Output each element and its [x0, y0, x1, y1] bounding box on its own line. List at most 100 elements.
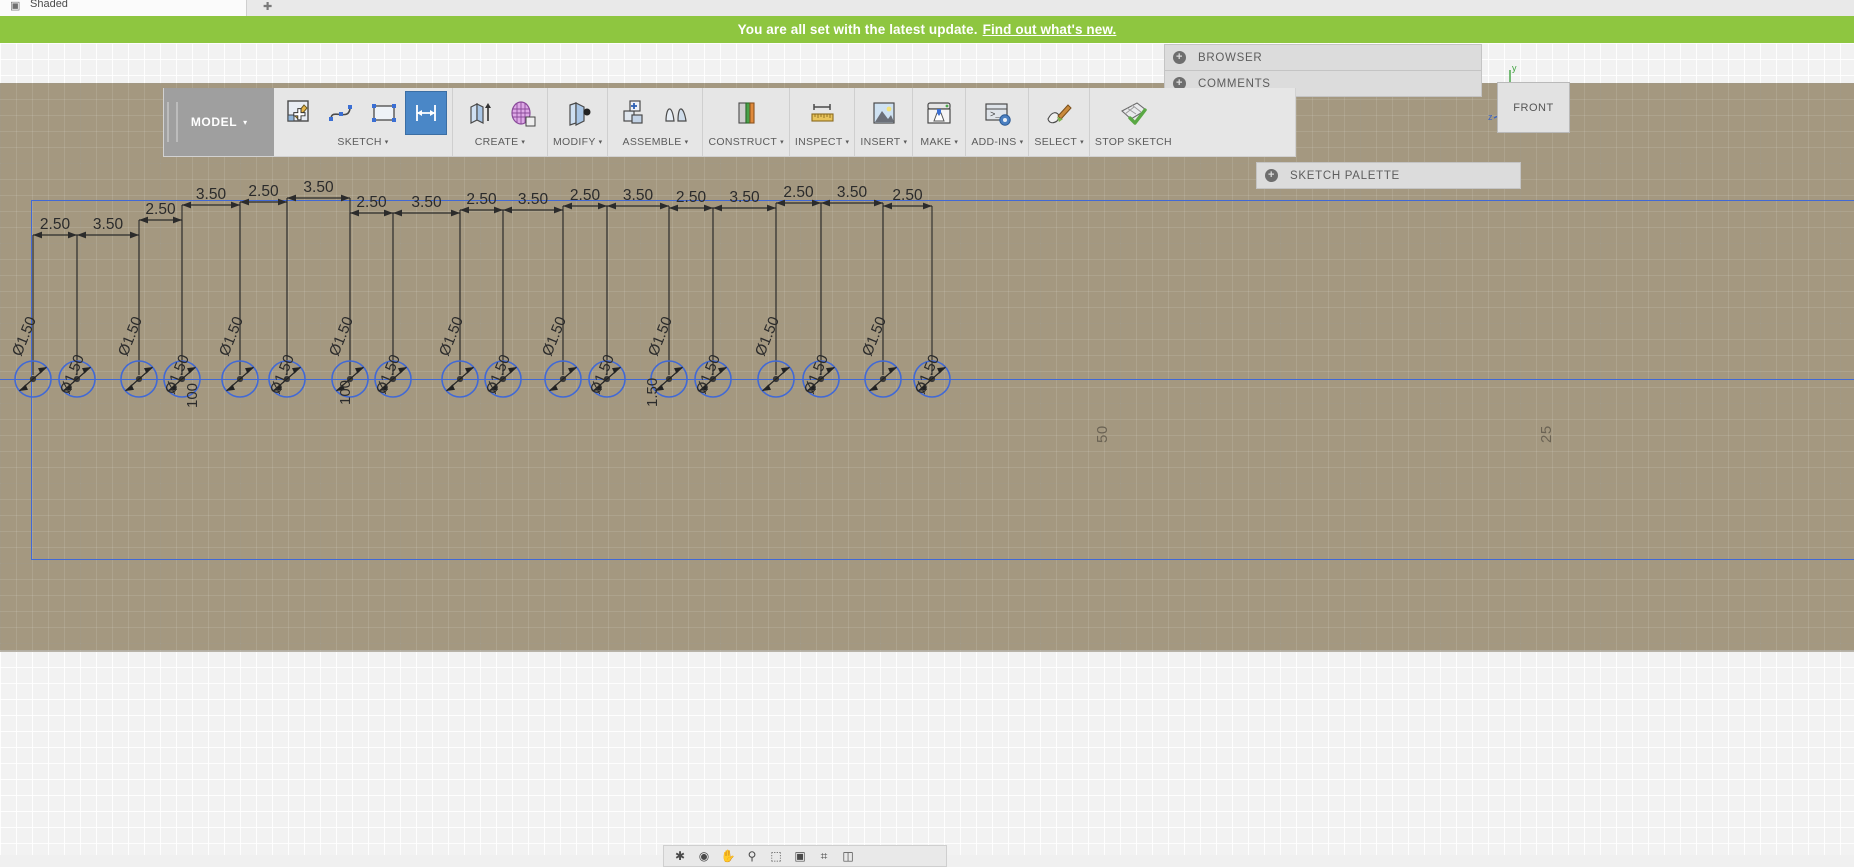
chevron-down-icon[interactable]: ▾ [846, 138, 850, 146]
select-tool[interactable] [1038, 91, 1080, 135]
toolbar-group-icons: >_ [976, 88, 1018, 138]
chevron-down-icon: ▾ [243, 117, 248, 127]
create-form-tool[interactable] [500, 91, 542, 135]
chevron-down-icon[interactable]: ▾ [1080, 138, 1084, 146]
new-component-tool[interactable] [613, 91, 655, 135]
toolbar-group-modify: MODIFY ▾ [548, 88, 609, 156]
svg-text:z: z [1488, 112, 1493, 120]
toolbar-group-icons [613, 88, 697, 138]
zoom-icon[interactable]: ⚲ [742, 848, 762, 864]
chevron-down-icon[interactable]: ▾ [521, 138, 525, 146]
toolbar-group-label[interactable]: INSERT ▾ [860, 136, 907, 148]
create-sketch-tool[interactable] [279, 91, 321, 135]
browser-panel[interactable]: + BROWSER [1164, 44, 1482, 71]
toolbar-grip[interactable] [167, 102, 178, 142]
scripts-addins-tool[interactable]: >_ [976, 91, 1018, 135]
pan-icon[interactable]: ✋ [718, 848, 738, 864]
form-mesh-icon [511, 101, 536, 127]
chevron-down-icon[interactable]: ▾ [385, 138, 389, 146]
spline-tool[interactable] [321, 91, 363, 135]
browser-panel-label: BROWSER [1198, 51, 1263, 64]
design-canvas[interactable]: 2.50 3.50 2.50 3.50 2.50 3.50 2.50 3.50 2.50 3.50… [0, 43, 1854, 855]
expand-icon[interactable]: + [1173, 51, 1186, 64]
fit-icon[interactable]: ⬚ [766, 848, 786, 864]
offset-plane-tool[interactable] [725, 91, 767, 135]
toolbar-group-label-text: MODIFY [553, 136, 596, 148]
ruler-icon [811, 104, 834, 122]
toolbar-group-icons [1038, 88, 1080, 138]
toolbar-group-make: MAKE ▾ [913, 88, 967, 156]
toolbar-group-label[interactable]: ASSEMBLE ▾ [623, 136, 689, 148]
chevron-down-icon[interactable]: ▾ [903, 138, 907, 146]
axis-label-50: 50 [1094, 425, 1111, 443]
toolbar-group-create: CREATE ▾ [453, 88, 548, 156]
toolbar-group-label-text: CONSTRUCT [708, 136, 778, 148]
image-icon [873, 102, 895, 124]
chevron-down-icon[interactable]: ▾ [780, 138, 784, 146]
toolbar-group-label-text: CREATE [474, 136, 519, 148]
sketch-dimension-tool[interactable] [405, 91, 447, 135]
vertical-construction-axis [31, 200, 32, 560]
stop-sketch-check-icon [1121, 102, 1148, 125]
rectangle-tool[interactable] [363, 91, 405, 135]
toolbar-group-add-ins: >_ ADD-INS ▾ [966, 88, 1030, 156]
toolbar-group-label: STOP SKETCH [1095, 136, 1172, 148]
press-pull-tool[interactable] [557, 91, 599, 135]
expand-icon[interactable]: + [1265, 169, 1278, 182]
whats-new-link[interactable]: Find out what's new. [983, 22, 1117, 37]
toolbar-group-label[interactable]: INSPECT ▾ [795, 136, 849, 148]
toolbar-group-label-text: INSPECT [794, 136, 843, 148]
update-banner-text: You are all set with the latest update. [737, 22, 978, 37]
toolbar-group-label[interactable]: CONSTRUCT ▾ [708, 136, 783, 148]
display-settings-icon[interactable]: ▣ [790, 848, 810, 864]
insert-canvas-tool[interactable] [863, 91, 905, 135]
toolbar-group-label[interactable]: CREATE ▾ [475, 136, 525, 148]
extrude-icon [470, 103, 491, 124]
stop-sketch-tool[interactable] [1112, 91, 1154, 135]
toolbar-group-label[interactable]: SELECT ▾ [1034, 136, 1083, 148]
toolbar-group-icons [458, 88, 542, 138]
chevron-down-icon[interactable]: ▾ [599, 138, 603, 146]
toolbar-group-label-text: SELECT [1034, 136, 1078, 148]
plus-icon: ✚ [263, 1, 273, 13]
view-cube[interactable]: FRONT [1497, 82, 1570, 133]
toolbar-group-stop-sketch: STOP SKETCH [1090, 88, 1177, 156]
sketch-palette-label: SKETCH PALETTE [1290, 169, 1400, 182]
chevron-down-icon[interactable]: ▾ [954, 138, 958, 146]
look-at-icon[interactable]: ◉ [694, 848, 714, 864]
toolbar-group-label[interactable]: SKETCH ▾ [337, 136, 388, 148]
toolbar-group-label[interactable]: ADD-INS ▾ [971, 136, 1023, 148]
spline-icon [329, 105, 352, 121]
toolbar-group-label-text: MAKE [920, 136, 952, 148]
document-tab[interactable]: ▣ Shaded [0, 0, 247, 16]
viewports-icon[interactable]: ◫ [838, 848, 858, 864]
axis-label-25: 25 [1538, 425, 1555, 443]
workspace-label: MODEL [190, 115, 238, 129]
sketch-new-icon [287, 100, 309, 122]
3d-printer-icon [927, 102, 951, 124]
3d-print-tool[interactable] [918, 91, 960, 135]
toolbar-group-icons [279, 88, 447, 138]
toolbar-group-icons [801, 88, 843, 138]
sketch-palette-panel[interactable]: + SKETCH PALETTE [1256, 162, 1521, 189]
toolbar-group-assemble: ASSEMBLE ▾ [608, 88, 704, 156]
navigation-toolbar[interactable]: ✱ ◉ ✋ ⚲ ⬚ ▣ ⌗ ◫ [663, 845, 947, 867]
toolbar-group-construct: CONSTRUCT ▾ [703, 88, 790, 156]
new-tab-button[interactable]: ✚ [247, 0, 307, 16]
view-cube-face-label: FRONT [1513, 101, 1554, 114]
chevron-down-icon[interactable]: ▾ [1020, 138, 1024, 146]
joint-tool[interactable] [655, 91, 697, 135]
orbit-icon[interactable]: ✱ [670, 848, 690, 864]
toolbar-group-label[interactable]: MODIFY ▾ [553, 136, 602, 148]
toolbar-group-label[interactable]: MAKE ▾ [920, 136, 958, 148]
grid-snap-icon[interactable]: ⌗ [814, 848, 834, 864]
dimension-icon [416, 105, 436, 121]
workspace-switcher[interactable]: MODEL ▾ [164, 88, 274, 156]
extrude-tool[interactable] [458, 91, 500, 135]
model-toolbar: MODEL ▾ SKETCH ▾ CREATE ▾ MODIFY ▾ ASSEMBLE ▾ CO… [163, 88, 1296, 157]
measure-tool[interactable] [801, 91, 843, 135]
chevron-down-icon[interactable]: ▾ [685, 138, 689, 146]
document-icon: ▣ [10, 0, 21, 12]
toolbar-group-label-text: INSERT [860, 136, 901, 148]
toolbar-group-label-text: SKETCH [337, 136, 382, 148]
